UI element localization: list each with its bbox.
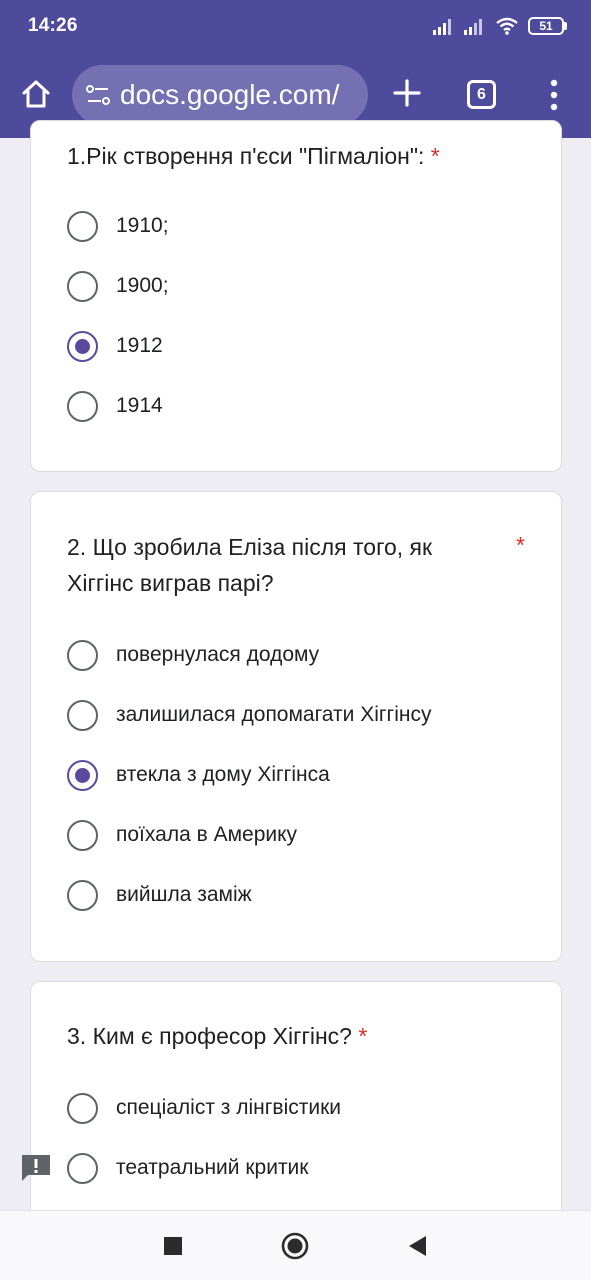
question-title: 3. Ким є професор Хіггінс? *	[67, 1023, 368, 1049]
radio-option[interactable]: 1910;	[67, 210, 169, 242]
option-label: 1914	[116, 394, 163, 417]
radio-button[interactable]	[67, 1092, 98, 1124]
radio-option[interactable]: театральний критик	[67, 1152, 308, 1184]
status-icons: 51	[433, 14, 567, 38]
home-button[interactable]	[18, 76, 54, 112]
question-card-2: 2. Що зробила Еліза після того, як Хіггі…	[30, 491, 562, 962]
radio-button[interactable]	[67, 270, 98, 302]
signal-icon	[433, 19, 451, 35]
tab-switcher-button[interactable]: 6	[467, 80, 496, 109]
wifi-icon	[496, 17, 518, 35]
radio-option[interactable]: 1900;	[67, 270, 169, 302]
radio-button[interactable]	[67, 639, 98, 671]
option-label: повернулася додому	[116, 643, 320, 666]
radio-button[interactable]	[67, 1152, 98, 1184]
question-title: 2. Що зробила Еліза після того, як Хіггі…	[67, 534, 433, 596]
option-label: 1910;	[116, 214, 169, 237]
option-label: 1912	[116, 334, 163, 357]
feedback-icon[interactable]	[20, 1152, 52, 1184]
radio-option[interactable]: спеціаліст з лінгвістики	[67, 1092, 341, 1124]
back-triangle-icon	[409, 1236, 426, 1256]
signal-icon	[464, 19, 482, 35]
radio-option[interactable]: повернулася додому	[67, 639, 319, 671]
radio-button-selected[interactable]	[67, 330, 98, 362]
radio-option[interactable]: поїхала в Америку	[67, 819, 297, 851]
system-nav-bar	[0, 1210, 591, 1280]
radio-option[interactable]: 1914	[67, 390, 163, 422]
new-tab-button[interactable]	[391, 77, 423, 109]
option-label: поїхала в Америку	[116, 823, 298, 846]
status-bar: 14:26 51	[0, 0, 591, 54]
radio-option[interactable]: залишилася допомагати Хіггінсу	[67, 699, 431, 731]
option-label: 1900;	[116, 274, 169, 297]
option-label: спеціаліст з лінгвістики	[116, 1096, 342, 1119]
status-time: 14:26	[28, 15, 78, 36]
site-settings-icon[interactable]	[86, 83, 110, 107]
option-label: вийшла заміж	[116, 883, 252, 906]
tab-count: 6	[477, 85, 486, 103]
url-text: docs.google.com/	[120, 79, 340, 110]
option-label: театральний критик	[116, 1156, 309, 1179]
radio-button[interactable]	[67, 210, 98, 242]
radio-button[interactable]	[67, 879, 98, 911]
required-asterisk: *	[516, 532, 525, 558]
option-label: втекла з дому Хіггінса	[116, 763, 330, 786]
radio-button[interactable]	[67, 699, 98, 731]
home-icon	[22, 80, 50, 108]
radio-option[interactable]: втекла з дому Хіггінса	[67, 759, 330, 791]
radio-option[interactable]: вийшла заміж	[67, 879, 252, 911]
radio-button[interactable]	[67, 819, 98, 851]
question-card-1: 1.Рік створення п'єси "Пігмаліон": * 191…	[30, 120, 562, 472]
option-label: залишилася допомагати Хіггінсу	[116, 703, 432, 726]
question-title: 1.Рік створення п'єси "Пігмаліон": *	[67, 143, 440, 169]
back-button[interactable]	[402, 1231, 432, 1261]
recents-square-icon	[164, 1237, 182, 1255]
battery-icon: 51	[528, 17, 567, 35]
required-asterisk: *	[430, 143, 440, 169]
home-circle-icon	[281, 1232, 309, 1260]
address-bar[interactable]: docs.google.com/	[72, 65, 368, 125]
radio-button-selected[interactable]	[67, 759, 98, 791]
radio-button[interactable]	[67, 390, 98, 422]
more-vert-icon[interactable]	[547, 79, 561, 111]
battery-level: 51	[539, 19, 553, 33]
radio-option[interactable]: 1912	[67, 330, 163, 362]
recents-button[interactable]	[158, 1231, 188, 1261]
home-nav-button[interactable]	[280, 1231, 310, 1261]
question-card-3: 3. Ким є професор Хіггінс? * спеціаліст …	[30, 981, 562, 1241]
required-asterisk: *	[358, 1023, 368, 1049]
